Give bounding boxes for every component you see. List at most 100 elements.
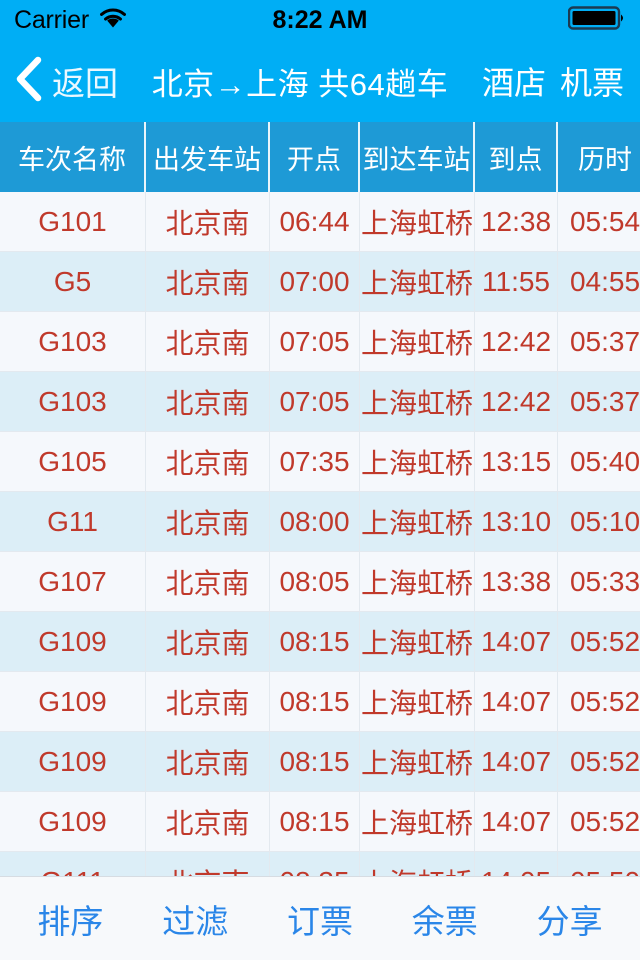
cell-arrive-time: 14:07 bbox=[475, 612, 558, 671]
cell-arrive-station: 上海虹桥 bbox=[360, 852, 475, 876]
status-bar-left: Carrier bbox=[14, 6, 128, 35]
train-table[interactable]: 车次名称 出发车站 开点 到达车站 到点 历时 G101 北京南 06:44 上海虹桥… bbox=[0, 122, 640, 876]
cell-duration: 05:37 bbox=[569, 385, 640, 417]
cell-arrive-time: 14:05 bbox=[475, 852, 558, 876]
tickets-left-button[interactable]: 余票 bbox=[412, 895, 478, 943]
cell-arrive-station: 上海虹桥 bbox=[360, 732, 475, 791]
cell-arrive-time: 14:07 bbox=[475, 792, 558, 851]
cell-depart-time: 08:15 bbox=[270, 612, 360, 671]
cell-train-name: G11 bbox=[0, 492, 146, 551]
column-header-duration[interactable]: 历时 bbox=[558, 122, 640, 192]
table-row[interactable]: G111北京南08:35上海虹桥14:0505:50 bbox=[0, 852, 640, 876]
cell-depart-station: 北京南 bbox=[146, 312, 270, 371]
cell-arrive-station: 上海虹桥 bbox=[360, 492, 475, 551]
cell-train-name: G109 bbox=[0, 672, 146, 731]
cell-duration: 05:52 bbox=[569, 625, 640, 657]
cell-duration: 05:33 bbox=[569, 565, 640, 597]
column-header-depart-station[interactable]: 出发车站 bbox=[146, 122, 270, 192]
back-button-label: 返回 bbox=[52, 65, 118, 102]
cell-train-name: G109 bbox=[0, 612, 146, 671]
table-row[interactable]: G109 北京南 08:15 上海虹桥 14:07 05:52 bbox=[0, 672, 640, 732]
nav-bar: 返回 北京→上海 共64趟车 酒店 机票 bbox=[0, 40, 640, 122]
table-row[interactable]: G107 北京南 08:05 上海虹桥 13:38 05:33 bbox=[0, 552, 640, 612]
table-row[interactable]: G109 北京南 08:15 上海虹桥 14:07 05:52 bbox=[0, 612, 640, 672]
table-row[interactable]: G101 北京南 06:44 上海虹桥 12:38 05:54 bbox=[0, 192, 640, 252]
flight-button[interactable]: 机票 bbox=[560, 58, 624, 104]
cell-arrive-station: 上海虹桥 bbox=[360, 252, 475, 311]
cell-depart-time: 08:15 bbox=[270, 732, 360, 791]
table-row[interactable]: G103 北京南 07:05 上海虹桥 12:42 05:37 bbox=[0, 312, 640, 372]
cell-arrive-station: 上海虹桥 bbox=[360, 372, 475, 431]
cell-duration: 05:54 bbox=[569, 205, 640, 237]
cell-train-name: G5 bbox=[0, 252, 146, 311]
table-row[interactable]: G5 北京南 07:00 上海虹桥 11:55 04:55 bbox=[0, 252, 640, 312]
cell-depart-time: 07:05 bbox=[270, 312, 360, 371]
nav-actions: 酒店 机票 bbox=[482, 58, 628, 104]
cell-depart-station: 北京南 bbox=[146, 432, 270, 491]
page-title: 北京→上海 共64趟车 bbox=[151, 66, 449, 102]
cell-arrive-time: 11:55 bbox=[475, 252, 558, 311]
cell-train-name: G103 bbox=[0, 312, 146, 371]
cell-arrive-station: 上海虹桥 bbox=[360, 312, 475, 371]
cell-depart-station: 北京南 bbox=[146, 612, 270, 671]
table-header-row: 车次名称 出发车站 开点 到达车站 到点 历时 bbox=[0, 122, 640, 192]
book-button[interactable]: 订票 bbox=[287, 895, 353, 943]
cell-train-name: G107 bbox=[0, 552, 146, 611]
cell-depart-time: 08:05 bbox=[270, 552, 360, 611]
cell-depart-time: 07:35 bbox=[270, 432, 360, 491]
filter-button[interactable]: 过滤 bbox=[162, 895, 228, 943]
chevron-left-icon bbox=[12, 56, 46, 107]
cell-depart-station: 北京南 bbox=[146, 492, 270, 551]
battery-full-icon bbox=[567, 5, 626, 36]
column-header-train-name[interactable]: 车次名称 bbox=[0, 122, 146, 192]
cell-arrive-time: 12:42 bbox=[475, 372, 558, 431]
cell-depart-time: 08:15 bbox=[270, 792, 360, 851]
cell-depart-station: 北京南 bbox=[146, 192, 270, 251]
cell-arrive-station: 上海虹桥 bbox=[360, 552, 475, 611]
cell-arrive-time: 14:07 bbox=[475, 672, 558, 731]
cell-duration: 05:50 bbox=[558, 852, 640, 877]
cell-train-name: G103 bbox=[0, 372, 146, 431]
cell-train-name: G109 bbox=[0, 792, 146, 851]
status-bar: Carrier 8:22 AM bbox=[0, 0, 640, 40]
table-row[interactable]: G105 北京南 07:35 上海虹桥 13:15 05:40 bbox=[0, 432, 640, 492]
table-row[interactable]: G109 北京南 08:15 上海虹桥 14:07 05:52 bbox=[0, 732, 640, 792]
cell-arrive-time: 13:15 bbox=[475, 432, 558, 491]
cell-depart-time: 06:44 bbox=[270, 192, 360, 251]
cell-depart-time: 08:15 bbox=[270, 672, 360, 731]
table-row[interactable]: G109 北京南 08:15 上海虹桥 14:07 05:52 bbox=[0, 792, 640, 852]
cell-depart-station: 北京南 bbox=[146, 732, 270, 791]
status-bar-right bbox=[567, 5, 626, 36]
back-button[interactable]: 返回 bbox=[12, 56, 118, 107]
cell-duration: 04:55 bbox=[569, 265, 640, 297]
sort-button[interactable]: 排序 bbox=[37, 895, 103, 943]
cell-depart-time: 08:00 bbox=[270, 492, 360, 551]
cell-depart-time: 07:05 bbox=[270, 372, 360, 431]
cell-depart-station: 北京南 bbox=[146, 792, 270, 851]
cell-arrive-time: 13:38 bbox=[475, 552, 558, 611]
carrier-label: Carrier bbox=[14, 5, 89, 34]
cell-arrive-station: 上海虹桥 bbox=[360, 432, 475, 491]
cell-arrive-time: 13:10 bbox=[475, 492, 558, 551]
cell-depart-time: 08:35 bbox=[270, 852, 360, 876]
cell-depart-station: 北京南 bbox=[146, 852, 270, 876]
cell-depart-station: 北京南 bbox=[146, 672, 270, 731]
bottom-toolbar: 排序 过滤 订票 余票 分享 bbox=[0, 876, 640, 960]
cell-arrive-time: 12:38 bbox=[475, 192, 558, 251]
hotel-button[interactable]: 酒店 bbox=[482, 58, 546, 104]
cell-depart-time: 07:00 bbox=[270, 252, 360, 311]
train-schedule-screen: Carrier 8:22 AM 返回 北京→上海 共64趟车 酒店 机票 车次名… bbox=[0, 0, 640, 960]
cell-depart-station: 北京南 bbox=[146, 552, 270, 611]
cell-duration: 05:52 bbox=[569, 745, 640, 777]
cell-duration: 05:10 bbox=[569, 505, 640, 537]
table-row[interactable]: G11 北京南 08:00 上海虹桥 13:10 05:10 bbox=[0, 492, 640, 552]
column-header-depart-time[interactable]: 开点 bbox=[270, 122, 360, 192]
table-body: G101 北京南 06:44 上海虹桥 12:38 05:54 G5 北京南 07:00 上海虹桥… bbox=[0, 192, 640, 876]
share-button[interactable]: 分享 bbox=[537, 895, 603, 943]
column-header-arrive-station[interactable]: 到达车站 bbox=[360, 122, 475, 192]
cell-arrive-station: 上海虹桥 bbox=[360, 612, 475, 671]
table-row[interactable]: G103 北京南 07:05 上海虹桥 12:42 05:37 bbox=[0, 372, 640, 432]
cell-arrive-station: 上海虹桥 bbox=[360, 672, 475, 731]
cell-arrive-time: 12:42 bbox=[475, 312, 558, 371]
column-header-arrive-time[interactable]: 到点 bbox=[475, 122, 558, 192]
